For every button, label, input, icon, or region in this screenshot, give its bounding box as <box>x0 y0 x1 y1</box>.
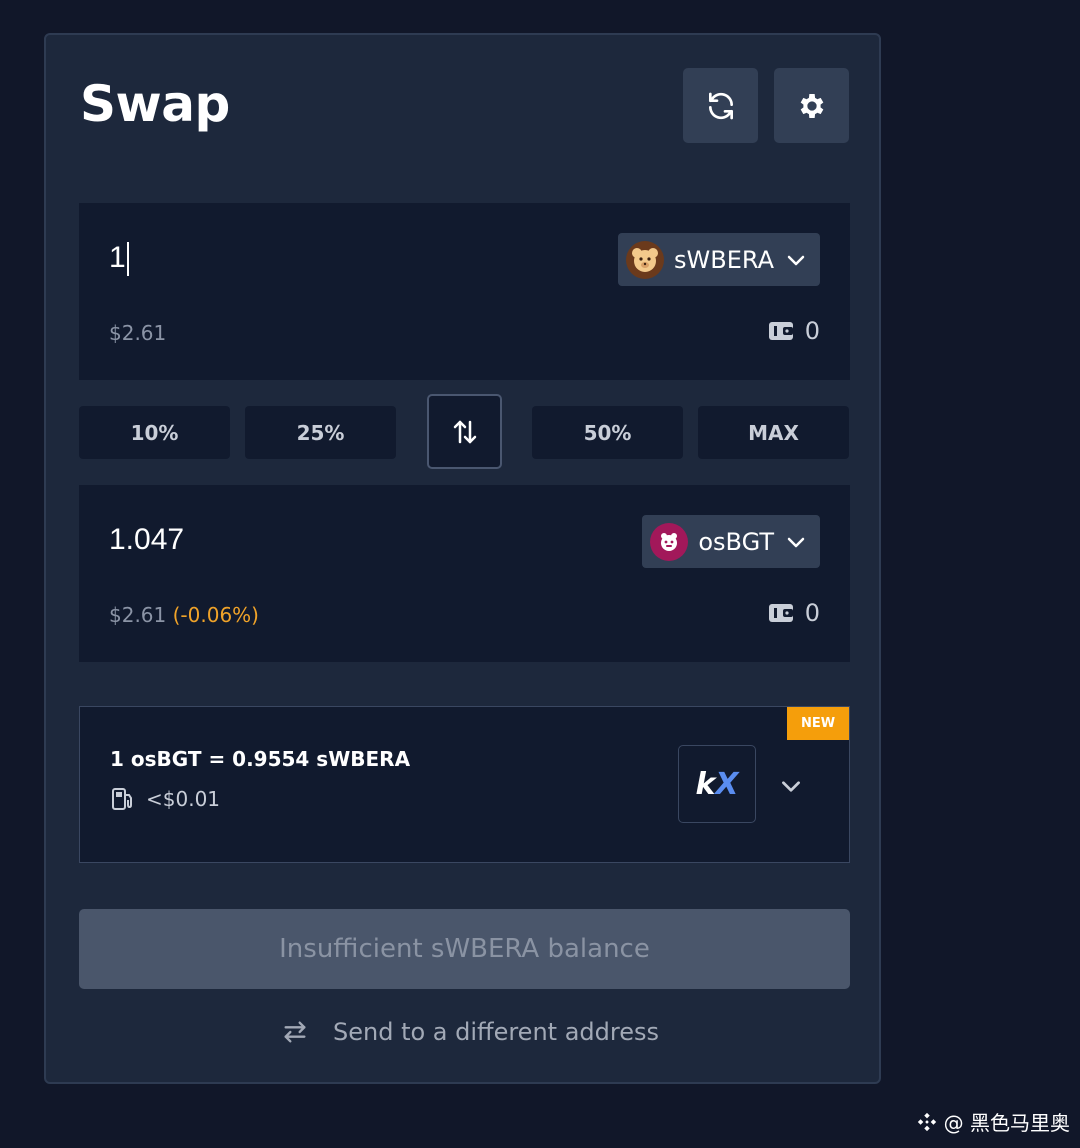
from-balance: 0 <box>768 317 820 345</box>
refresh-button[interactable] <box>683 68 758 143</box>
page-title: Swap <box>80 75 230 133</box>
to-balance: 0 <box>768 599 820 627</box>
percent-50-button[interactable]: 50% <box>532 406 683 459</box>
to-usd-amount: $2.61 <box>109 603 167 627</box>
wallet-icon <box>768 604 793 622</box>
swap-arrows-icon <box>453 420 476 443</box>
swap-card: Swap 1 sWBERA $2.61 0 10% 25% 50% MAX 1.… <box>44 33 881 1084</box>
to-token-selector[interactable]: osBGT <box>642 515 820 568</box>
chevron-down-icon <box>787 255 805 265</box>
price-impact: (-0.06%) <box>172 603 259 627</box>
new-badge: NEW <box>787 707 849 740</box>
logo-k: k <box>695 766 716 802</box>
percent-25-button[interactable]: 25% <box>245 406 396 459</box>
to-token-label: osBGT <box>698 527 774 556</box>
chevron-down-icon <box>787 537 805 547</box>
watermark: @ 黑色马里奥 <box>916 1107 1070 1136</box>
gas-estimate: <$0.01 <box>112 787 220 811</box>
kyberswap-logo: kX <box>678 745 756 823</box>
route-summary[interactable]: NEW 1 osBGT = 0.9554 sWBERA <$0.01 kX <box>79 706 850 863</box>
to-usd-value: $2.61 (-0.06%) <box>109 603 259 627</box>
exchange-rate: 1 osBGT = 0.9554 sWBERA <box>110 747 411 771</box>
swap-direction-button[interactable] <box>427 394 502 469</box>
to-panel: 1.047 osBGT $2.61 (-0.06%) 0 <box>79 485 850 662</box>
transfer-arrows-icon <box>284 1021 306 1043</box>
from-balance-value: 0 <box>804 317 820 345</box>
gear-icon <box>800 93 823 118</box>
sbera-token-icon <box>626 240 665 279</box>
logo-x: X <box>715 766 739 802</box>
from-panel: 1 sWBERA $2.61 0 <box>79 203 850 380</box>
from-usd-value: $2.61 <box>109 321 167 345</box>
from-token-selector[interactable]: sWBERA <box>618 233 820 286</box>
osbgt-token-icon <box>650 522 689 561</box>
send-to-address-link[interactable]: Send to a different address <box>281 1018 659 1046</box>
to-amount-output: 1.047 <box>109 523 185 556</box>
settings-button[interactable] <box>774 68 849 143</box>
binance-logo-icon <box>917 1112 936 1131</box>
send-link-label: Send to a different address <box>333 1018 659 1046</box>
submit-swap-button[interactable]: Insufficient sWBERA balance <box>79 909 850 989</box>
chevron-down-icon[interactable] <box>778 773 804 799</box>
from-amount-input[interactable]: 1 <box>109 241 129 277</box>
from-token-label: sWBERA <box>674 245 774 274</box>
gas-value: <$0.01 <box>146 787 221 811</box>
to-balance-value: 0 <box>804 599 820 627</box>
wallet-icon <box>768 322 793 340</box>
percent-10-button[interactable]: 10% <box>79 406 230 459</box>
refresh-icon <box>708 92 733 119</box>
gas-pump-icon <box>112 788 132 810</box>
max-button[interactable]: MAX <box>698 406 849 459</box>
text-caret <box>126 242 129 277</box>
watermark-text: @ 黑色马里奥 <box>943 1111 1070 1135</box>
